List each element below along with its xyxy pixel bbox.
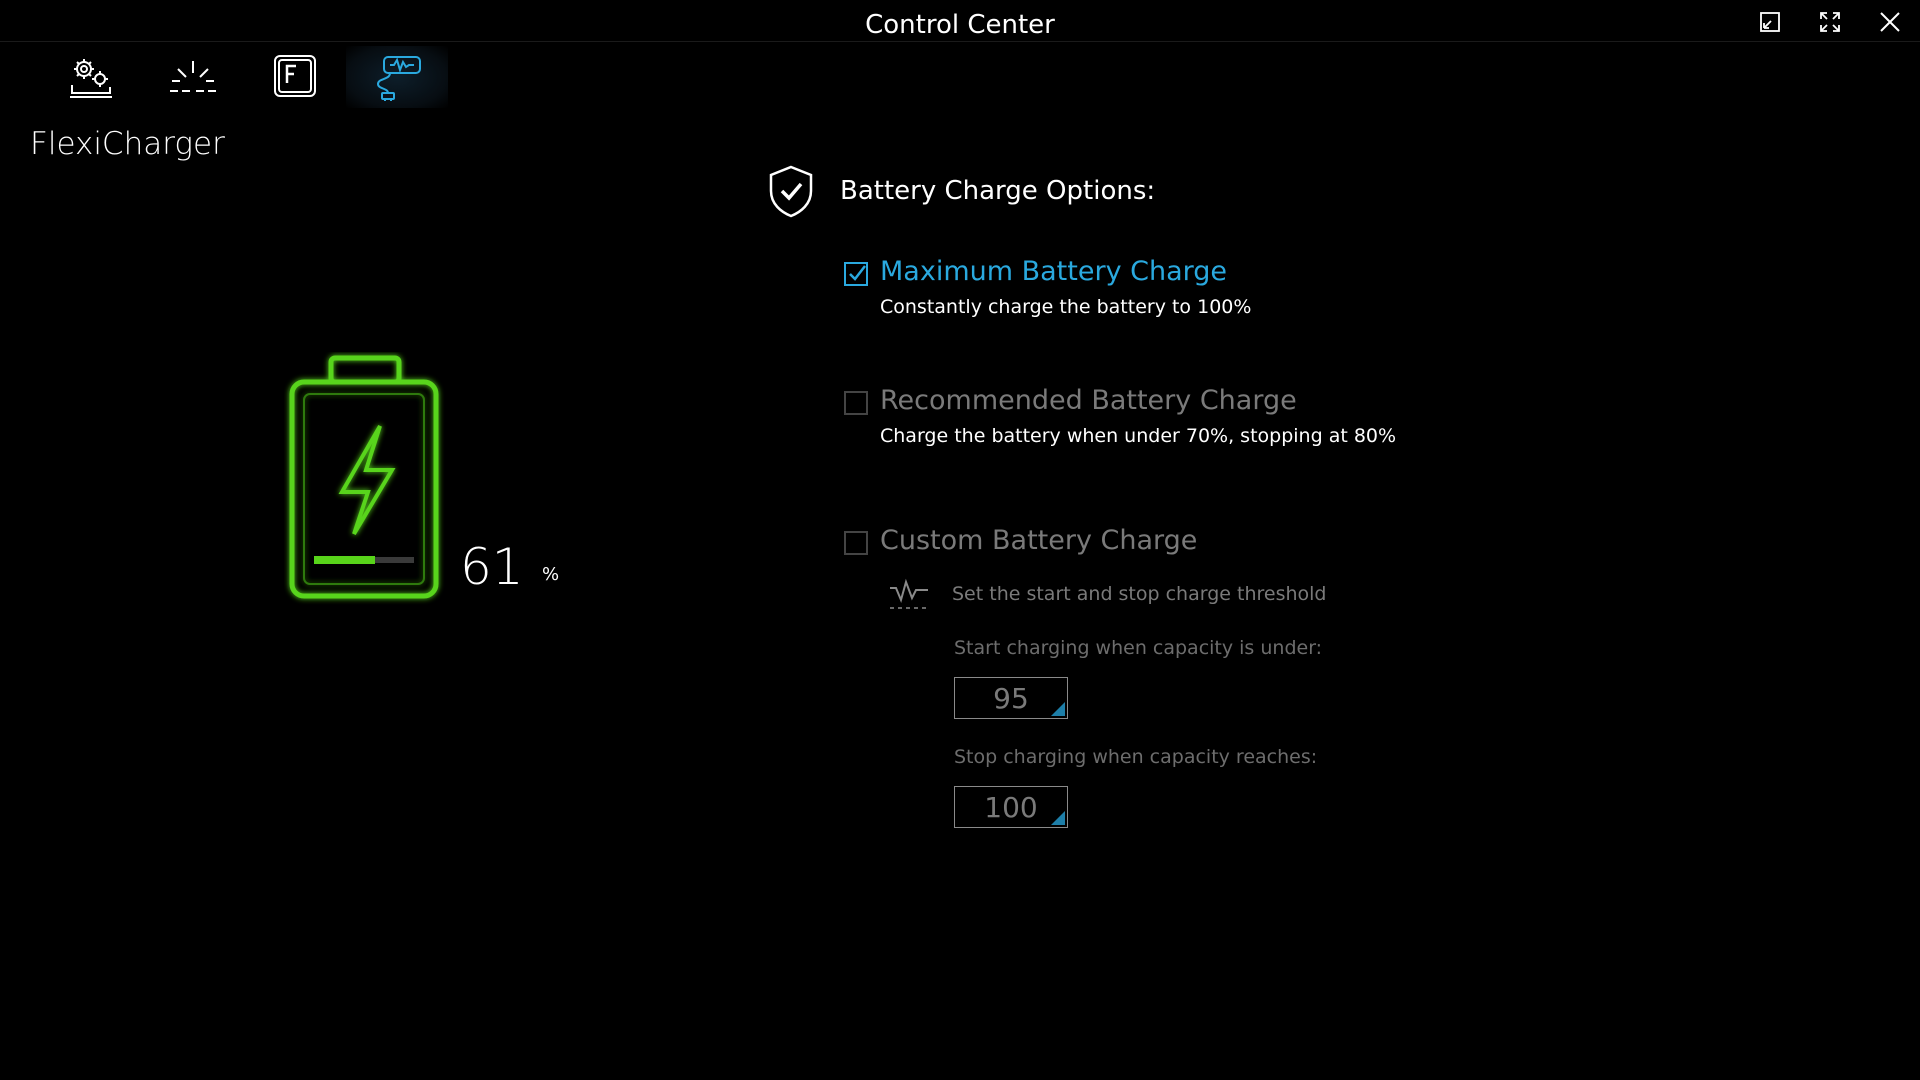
input-corner-marker: [1051, 702, 1065, 716]
tab-brightness[interactable]: [142, 46, 244, 108]
fn-key-icon: [274, 55, 316, 97]
battery-charger-plug-icon: [376, 56, 421, 101]
start-charging-input[interactable]: 95: [954, 677, 1068, 719]
options-header: Battery Charge Options:: [766, 164, 1155, 218]
tab-system-settings[interactable]: [40, 46, 142, 108]
options-title: Battery Charge Options:: [840, 176, 1156, 206]
page-title: FlexiCharger: [30, 126, 225, 162]
custom-charge-label[interactable]: Custom Battery Charge: [880, 525, 1197, 556]
tab-fn-key[interactable]: [244, 46, 346, 108]
start-charging-label: Start charging when capacity is under:: [954, 637, 1323, 659]
threshold-row: Set the start and stop charge threshold: [888, 576, 1327, 612]
checkmark-icon: [849, 265, 866, 281]
maximum-charge-checkbox[interactable]: [844, 262, 868, 286]
threshold-text: Set the start and stop charge threshold: [952, 583, 1327, 605]
title-bar: Control Center: [0, 0, 1920, 42]
brightness-icon: [170, 61, 216, 92]
close-button[interactable]: [1868, 6, 1912, 38]
stop-charging-input[interactable]: 100: [954, 786, 1068, 828]
start-charging-value: 95: [993, 681, 1029, 715]
battery-charging-icon: [289, 355, 439, 599]
fullscreen-icon: [1820, 12, 1840, 32]
threshold-wave-icon: [890, 578, 928, 609]
window-title: Control Center: [865, 10, 1055, 40]
stop-charging-value: 100: [984, 790, 1038, 824]
system-settings-icon: [70, 59, 112, 98]
restore-button[interactable]: [1748, 6, 1792, 38]
battery-percent-value: 61: [460, 538, 524, 596]
recommended-charge-label[interactable]: Recommended Battery Charge: [880, 385, 1297, 416]
recommended-charge-description: Charge the battery when under 70%, stopp…: [880, 425, 1397, 447]
restore-icon: [1760, 12, 1780, 32]
battery-level-bar: [314, 556, 375, 564]
battery-graphic: [284, 352, 454, 612]
recommended-charge-checkbox[interactable]: [844, 391, 868, 415]
custom-charge-checkbox[interactable]: [844, 531, 868, 555]
maximum-charge-description: Constantly charge the battery to 100%: [880, 296, 1252, 318]
tab-bar: [40, 46, 448, 108]
input-corner-marker: [1051, 811, 1065, 825]
fullscreen-button[interactable]: [1808, 6, 1852, 38]
tab-flexicharger[interactable]: [346, 46, 448, 108]
battery-percent-unit: %: [542, 564, 560, 585]
maximum-charge-label[interactable]: Maximum Battery Charge: [880, 256, 1227, 287]
stop-charging-label: Stop charging when capacity reaches:: [954, 746, 1318, 768]
shield-check-icon: [769, 165, 813, 218]
close-icon: [1880, 12, 1900, 32]
